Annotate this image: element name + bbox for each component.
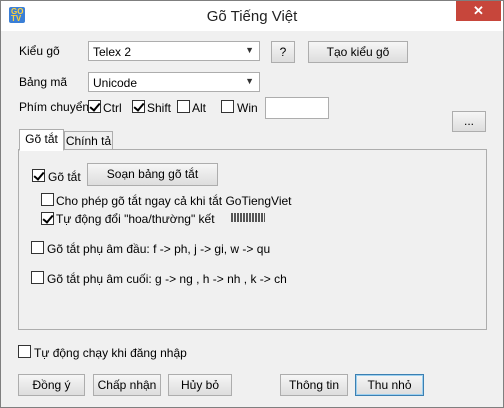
final-consonant-checkbox[interactable]	[31, 271, 44, 284]
info-button[interactable]: Thông tin	[280, 374, 348, 396]
switch-key-label: Phím chuyển	[19, 100, 90, 114]
window-title: Gõ Tiếng Việt	[206, 8, 298, 25]
chevron-down-icon: ▼	[245, 76, 254, 86]
hotkey-input[interactable]	[265, 97, 329, 119]
ctrl-checkbox[interactable]	[88, 100, 101, 113]
ctrl-label: Ctrl	[103, 101, 122, 115]
initial-consonant-label: Gõ tắt phụ âm đầu: f -> ph, j -> gi, w -…	[47, 242, 271, 256]
cancel-button[interactable]: Hủy bỏ	[168, 374, 232, 396]
input-method-label: Kiểu gõ	[19, 44, 60, 58]
input-method-select[interactable]: Telex 2 ▼	[88, 41, 260, 61]
close-button[interactable]: ✕	[456, 1, 501, 21]
final-consonant-label: Gõ tắt phụ âm cuối: g -> ng , h -> nh , …	[47, 272, 287, 286]
alt-label: Alt	[192, 101, 207, 115]
more-options-button[interactable]: ...	[452, 111, 486, 132]
charset-label: Bảng mã	[19, 75, 68, 89]
shift-checkbox[interactable]	[132, 100, 145, 113]
edit-shortcut-table-button[interactable]: Soạn bảng gõ tắt	[87, 163, 218, 186]
create-input-style-button[interactable]: Tạo kiểu gõ	[308, 41, 408, 63]
allow-shortcut-label: Cho phép gõ tắt ngay cả khi tắt GoTiengV…	[56, 194, 292, 208]
auto-case-label: Tự động đổi "hoa/thường" kết	[56, 212, 215, 226]
win-checkbox[interactable]	[221, 100, 234, 113]
shift-label: Shift	[147, 101, 172, 115]
alt-checkbox[interactable]	[177, 100, 190, 113]
shortcut-enable-checkbox[interactable]	[32, 169, 45, 182]
shortcut-enable-label: Gõ tắt	[48, 170, 81, 184]
autostart-checkbox[interactable]	[18, 345, 31, 358]
tab-go-tat[interactable]: Gõ tắt	[19, 129, 64, 151]
auto-case-checkbox[interactable]	[41, 212, 54, 225]
title-bar: GO TV Gõ Tiếng Việt ✕	[1, 1, 503, 31]
help-button[interactable]: ?	[271, 41, 295, 63]
win-label: Win	[237, 101, 258, 115]
chevron-down-icon: ▼	[245, 45, 254, 55]
charset-value: Unicode	[93, 76, 138, 90]
initial-consonant-checkbox[interactable]	[31, 241, 44, 254]
charset-select[interactable]: Unicode ▼	[88, 72, 260, 92]
input-method-value: Telex 2	[93, 45, 132, 59]
tab-chinh-ta[interactable]: Chính tả	[64, 131, 113, 151]
allow-shortcut-checkbox[interactable]	[41, 193, 54, 206]
main-window: GO TV Gõ Tiếng Việt ✕ Kiểu gõ Telex 2 ▼ ?…	[0, 0, 504, 408]
ok-button[interactable]: Đồng ý	[18, 374, 85, 396]
minimize-button[interactable]: Thu nhỏ	[355, 374, 424, 396]
truncated-text-fragment	[231, 213, 265, 222]
autostart-label: Tự động chạy khi đăng nhập	[34, 346, 187, 360]
apply-button[interactable]: Chấp nhận	[93, 374, 161, 396]
